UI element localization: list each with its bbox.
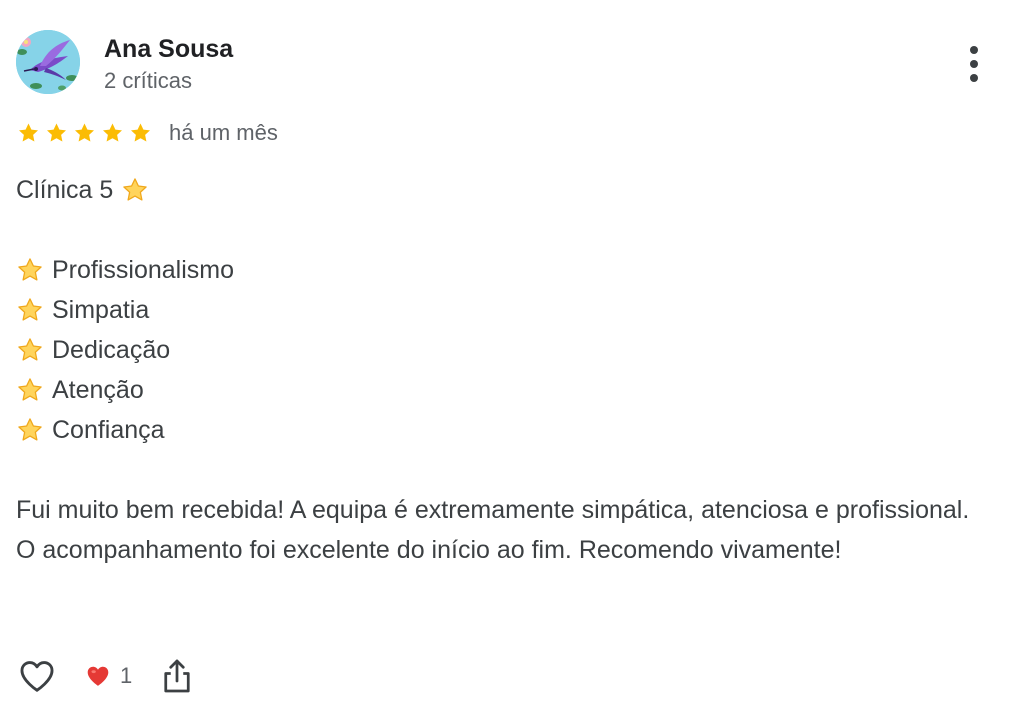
- review-date: há um mês: [169, 120, 278, 145]
- qualities-list: Profissionalismo Simpatia Dedicação Atenção…: [16, 250, 986, 450]
- review-text: Clínica 5 Profissionalismo Simpatia Dedica…: [16, 170, 986, 570]
- star-emoji-icon: [16, 416, 44, 444]
- review-title: Clínica 5: [16, 176, 114, 204]
- review-title-line: Clínica 5: [16, 170, 986, 210]
- like-button[interactable]: [16, 655, 58, 697]
- reaction-summary[interactable]: 1: [84, 663, 132, 689]
- reaction-count: 1: [120, 663, 133, 688]
- hummingbird-avatar-icon: [16, 30, 80, 94]
- quality-item: Confiança: [16, 410, 986, 450]
- author-name[interactable]: Ana Sousa: [104, 34, 233, 64]
- star-emoji-icon: [16, 256, 44, 284]
- quality-label: Simpatia: [52, 296, 150, 324]
- author-avatar[interactable]: [16, 30, 80, 94]
- review-paragraph: Fui muito bem recebida! A equipa é extre…: [16, 496, 970, 564]
- review-card: Ana Sousa 2 críticas há um mês Clínica 5…: [16, 30, 996, 704]
- quality-item: Profissionalismo: [16, 250, 986, 290]
- quality-label: Profissionalismo: [52, 256, 235, 284]
- star-emoji-icon: [121, 176, 149, 204]
- red-heart-icon: [87, 666, 109, 686]
- quality-item: Dedicação: [16, 330, 986, 370]
- rating-star-icon: [72, 121, 97, 145]
- quality-label: Dedicação: [52, 336, 171, 364]
- quality-label: Confiança: [52, 416, 165, 444]
- more-options-icon: [970, 46, 978, 54]
- rating-star-icon: [44, 121, 69, 145]
- rating-star-icon: [16, 121, 41, 145]
- share-button[interactable]: [160, 655, 194, 697]
- rating-row: há um mês: [16, 118, 278, 148]
- share-icon: [164, 659, 190, 693]
- star-emoji-icon: [16, 336, 44, 364]
- rating-star-icon: [128, 121, 153, 145]
- rating-star-icon: [100, 121, 125, 145]
- quality-item: Atenção: [16, 370, 986, 410]
- star-emoji-icon: [16, 376, 44, 404]
- star-emoji-icon: [16, 296, 44, 324]
- more-options-dot: [970, 74, 978, 82]
- heart-outline-icon: [20, 661, 54, 692]
- more-options-button[interactable]: [960, 44, 988, 84]
- quality-item: Simpatia: [16, 290, 986, 330]
- star-rating: [16, 121, 153, 145]
- author-review-count[interactable]: 2 críticas: [104, 67, 192, 95]
- quality-label: Atenção: [52, 376, 144, 404]
- more-options-dot: [970, 60, 978, 68]
- review-actions: 1: [16, 654, 194, 698]
